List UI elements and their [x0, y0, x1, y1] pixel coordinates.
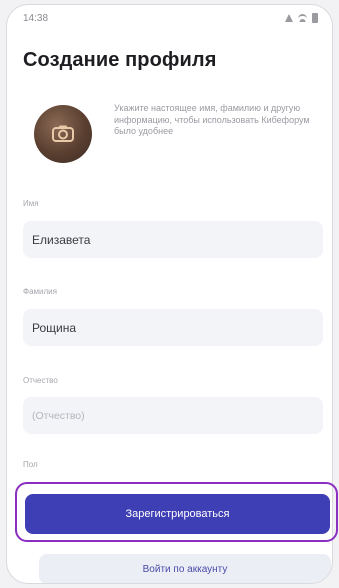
- last-name-label: Фамилия: [23, 287, 57, 296]
- status-icons: [285, 13, 318, 23]
- first-name-label: Имя: [23, 199, 39, 208]
- signal-icon: [285, 14, 293, 22]
- battery-icon: [312, 13, 318, 23]
- register-button[interactable]: Зарегистрироваться: [25, 494, 330, 534]
- page-title: Создание профиля: [23, 49, 217, 71]
- camera-icon: [52, 125, 74, 142]
- patronymic-label: Отчество: [23, 376, 58, 385]
- last-name-field[interactable]: Рощина: [23, 309, 323, 346]
- wifi-icon: [298, 14, 307, 22]
- status-bar: 14:38: [7, 5, 332, 31]
- gender-label: Пол: [23, 460, 38, 469]
- patronymic-field[interactable]: (Отчество): [23, 397, 323, 434]
- first-name-field[interactable]: Елизавета: [23, 221, 323, 258]
- avatar-upload[interactable]: [34, 105, 92, 163]
- status-time: 14:38: [23, 13, 49, 24]
- login-button[interactable]: Войти по аккаунту: [39, 554, 331, 583]
- avatar-hint: Укажите настоящее имя, фамилию и другую …: [114, 103, 310, 136]
